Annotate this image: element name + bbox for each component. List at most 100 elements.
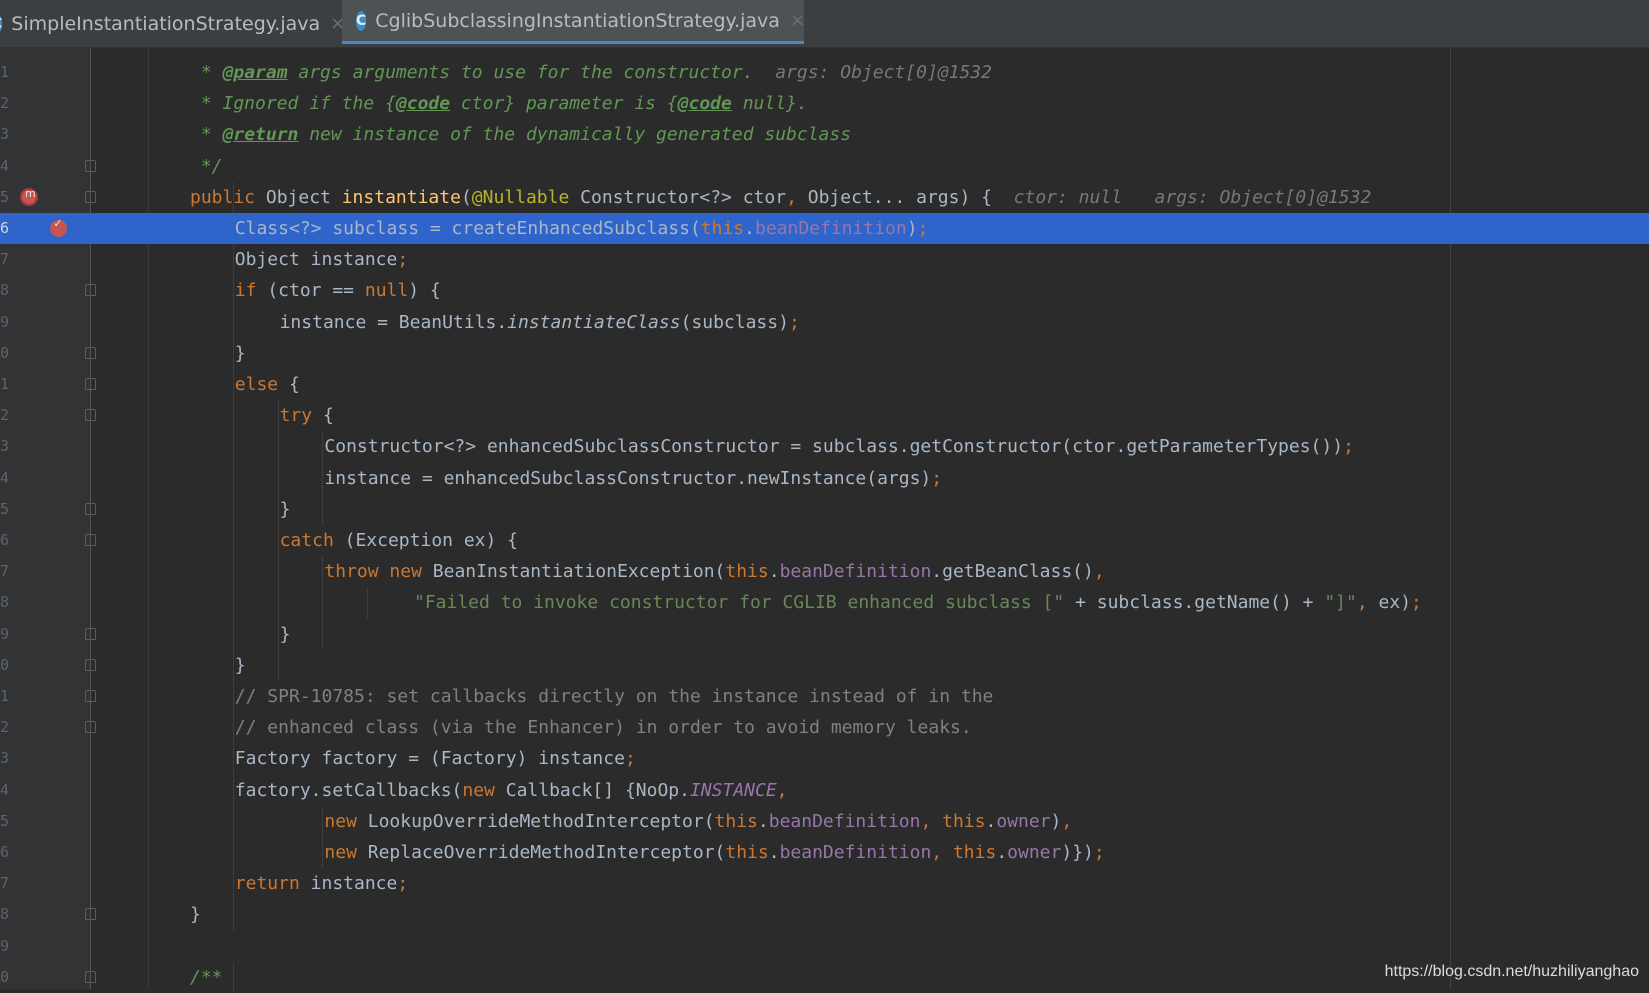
code-text: } — [235, 338, 246, 369]
code-line[interactable]: 5} — [0, 494, 1649, 525]
code-line[interactable]: 5 public Object instantiate(@Nullable Con… — [0, 182, 1649, 213]
code-token: new — [324, 842, 368, 863]
close-icon[interactable]: × — [790, 10, 805, 31]
line-number: 3 — [0, 125, 10, 144]
fold-marker-icon[interactable] — [85, 970, 96, 983]
code-token: .getBeanClass() — [931, 561, 1094, 583]
code-token: this — [700, 218, 745, 239]
fold-marker-icon[interactable] — [85, 284, 96, 297]
code-text: try { — [280, 400, 334, 431]
code-line[interactable]: 1 * @param args arguments to use for the… — [0, 57, 1649, 88]
code-token: . — [768, 561, 780, 583]
code-token: @param — [222, 62, 288, 83]
code-line[interactable]: 7 throw new BeanInstantiationException(th… — [0, 556, 1649, 587]
fold-marker-icon[interactable] — [85, 346, 96, 359]
watermark-text: https://blog.csdn.net/huzhiliyanghao — [1384, 963, 1639, 980]
tab-cglib-subclassing-instantiation-strategy[interactable]: C CglibSubclassingInstantiationStrategy.j… — [342, 0, 805, 44]
method-breakpoint-icon[interactable] — [20, 187, 38, 206]
fold-marker-icon[interactable] — [85, 378, 96, 390]
code-token: @code — [395, 93, 451, 115]
code-text: else { — [235, 369, 300, 400]
code-line[interactable]: 9 instance = BeanUtils.instantiateClass(s… — [0, 307, 1649, 338]
line-number: 5 — [0, 811, 10, 830]
code-text: "Failed to invoke constructor for CGLIB … — [414, 587, 1422, 618]
line-number: 8 — [0, 281, 10, 300]
code-line[interactable]: 8 "Failed to invoke constructor for CGLIB… — [0, 587, 1649, 618]
code-text: */ — [190, 151, 223, 182]
code-token: BeanInstantiationException( — [432, 561, 726, 583]
code-line[interactable]: 7 Object instance; — [0, 244, 1649, 275]
code-line[interactable]: 8} — [0, 899, 1649, 930]
fold-marker-icon[interactable] — [85, 658, 96, 671]
code-line[interactable]: 4 factory.setCallbacks(new Callback[] {No… — [0, 775, 1649, 806]
code-line[interactable]: 9 — [0, 931, 1649, 962]
code-token: instantiate — [341, 186, 461, 208]
code-token: , this — [931, 842, 997, 863]
code-token: instantiateClass — [507, 311, 681, 333]
fold-marker-icon[interactable] — [85, 190, 96, 203]
code-token: , — [1093, 561, 1105, 583]
tab-simple-instantiation-strategy[interactable]: CSimpleInstantiationStrategy.java× — [0, 0, 345, 47]
code-token: Constructor<?> enhancedSubclassConstruct… — [324, 436, 1344, 458]
code-line[interactable]: 3 Constructor<?> enhancedSubclassConstruc… — [0, 431, 1649, 462]
code-line[interactable]: 1 else { — [0, 369, 1649, 400]
code-line[interactable]: 3 * @return new instance of the dynamica… — [0, 119, 1649, 150]
code-token: (ctor == — [267, 280, 365, 302]
code-token: new — [462, 779, 506, 801]
line-number: 7 — [0, 874, 10, 893]
code-line[interactable]: 9} — [0, 619, 1649, 650]
breakpoint-icon[interactable] — [50, 216, 67, 237]
fold-marker-icon[interactable] — [85, 159, 96, 172]
line-number: 1 — [0, 63, 10, 81]
code-token: beanDefinition — [779, 842, 932, 863]
line-number: 6 — [0, 531, 10, 549]
code-token: ; — [788, 311, 800, 333]
code-token: this — [714, 810, 758, 832]
code-token: ; — [917, 218, 929, 239]
code-token: ; — [1411, 592, 1422, 614]
code-line[interactable]: 1 // SPR-10785: set callbacks directly on… — [0, 681, 1649, 712]
line-number: 0 — [0, 967, 10, 986]
line-number: 9 — [0, 624, 10, 643]
code-line[interactable]: 6 new ReplaceOverrideMethodInterceptor(th… — [0, 837, 1649, 868]
java-class-icon: C — [0, 13, 3, 34]
code-token: Object... args) { — [807, 186, 992, 208]
code-text: instance = BeanUtils.instantiateClass(su… — [280, 307, 800, 338]
code-token: ; — [397, 249, 409, 271]
code-token: else — [234, 374, 289, 395]
code-line[interactable]: 4 instance = enhancedSubclassConstructor.… — [0, 463, 1649, 494]
current-execution-line[interactable]: 6 Class<?> subclass = createEnhancedSubcl… — [0, 213, 1649, 244]
code-line[interactable]: 3 Factory factory = (Factory) instance; — [0, 743, 1649, 774]
fold-marker-icon[interactable] — [85, 534, 96, 546]
line-number: 8 — [0, 593, 10, 612]
code-line[interactable]: 5 new LookupOverrideMethodInterceptor(thi… — [0, 806, 1649, 837]
code-token: INSTANCE — [689, 779, 777, 801]
fold-marker-icon[interactable] — [85, 908, 96, 921]
code-token: Object — [265, 186, 342, 208]
fold-marker-icon[interactable] — [85, 409, 96, 422]
code-token: LookupOverrideMethodInterceptor( — [367, 810, 715, 832]
code-line[interactable]: 2 // enhanced class (via the Enhancer) in… — [0, 712, 1649, 743]
code-line[interactable]: 6 catch (Exception ex) { — [0, 525, 1649, 556]
fold-marker-icon[interactable] — [85, 627, 96, 640]
code-line[interactable]: 2 try { — [0, 400, 1649, 431]
code-line[interactable]: 8 if (ctor == null) { — [0, 275, 1649, 306]
fold-marker-icon[interactable] — [85, 502, 96, 515]
code-token: public — [190, 186, 266, 208]
code-line[interactable]: 2 * Ignored if the {@code ctor} paramete… — [0, 88, 1649, 119]
code-text: } — [280, 494, 291, 525]
code-text: // enhanced class (via the Enhancer) in … — [235, 712, 972, 743]
fold-marker-icon[interactable] — [85, 690, 96, 702]
code-line[interactable]: 0} — [0, 338, 1649, 369]
fold-marker-icon[interactable] — [85, 721, 96, 734]
line-number: 5 — [0, 187, 10, 206]
code-token: , — [1061, 810, 1073, 832]
code-token: catch — [279, 530, 345, 551]
code-line[interactable]: 0} — [0, 650, 1649, 681]
line-number: 4 — [0, 780, 10, 799]
code-line[interactable]: 4 */ — [0, 151, 1649, 182]
code-token: factory.setCallbacks( — [234, 779, 463, 801]
code-line[interactable]: 7 return instance; — [0, 868, 1649, 899]
code-token: Object instance — [234, 249, 398, 271]
code-text: * Ignored if the {@code ctor} parameter … — [190, 88, 808, 119]
